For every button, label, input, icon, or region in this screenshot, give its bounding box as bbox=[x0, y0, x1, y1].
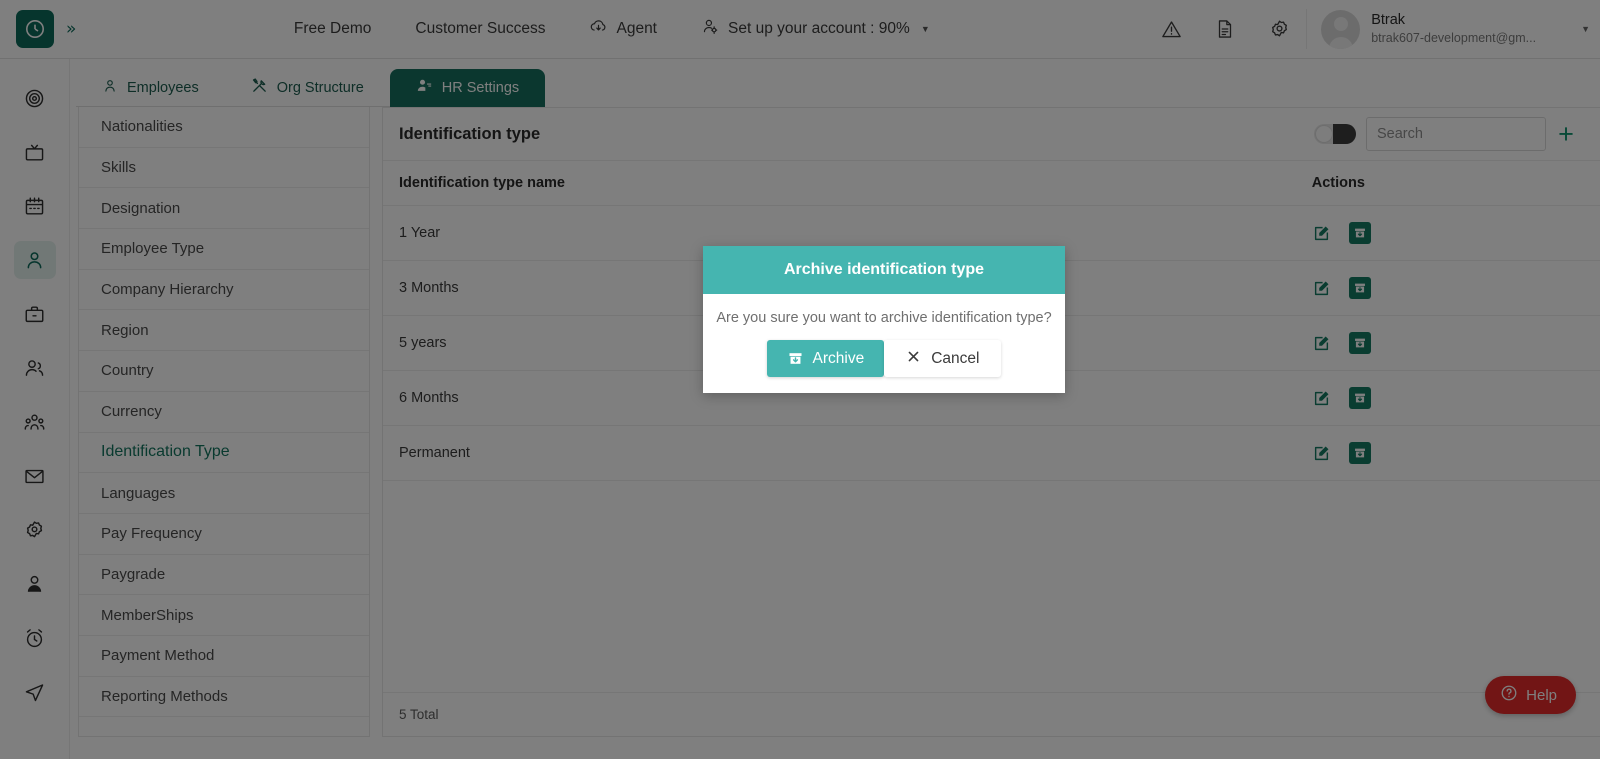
cancel-button-label: Cancel bbox=[931, 349, 980, 367]
archive-confirm-button[interactable]: Archive bbox=[766, 340, 885, 377]
cancel-button[interactable]: Cancel bbox=[884, 340, 1002, 377]
modal-body: Are you sure you want to archive identif… bbox=[703, 294, 1065, 393]
modal-action-row: Archive Cancel bbox=[713, 326, 1055, 393]
close-x-icon bbox=[906, 349, 921, 369]
modal-message: Are you sure you want to archive identif… bbox=[716, 310, 1052, 326]
archive-confirmation-modal: Archive identification type Are you sure… bbox=[703, 246, 1065, 393]
archive-confirm-label: Archive bbox=[812, 349, 865, 367]
archive-box-icon bbox=[787, 350, 804, 367]
modal-title: Archive identification type bbox=[703, 246, 1065, 294]
